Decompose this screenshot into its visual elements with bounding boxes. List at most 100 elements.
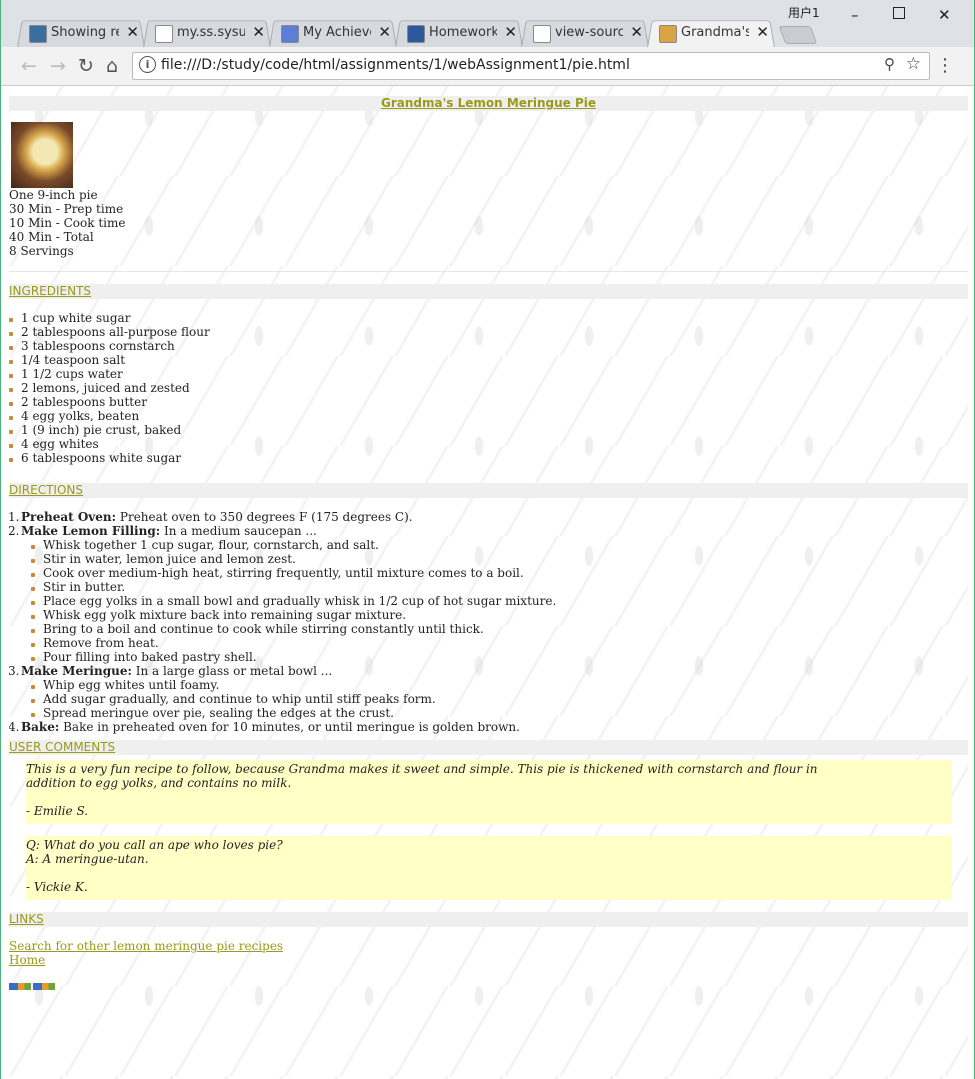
url-text[interactable]: file:///D:/study/code/html/assignments/1… bbox=[161, 57, 630, 73]
ingredients-header: INGREDIENTS bbox=[9, 284, 968, 299]
comments-list: This is a very fun recipe to follow, bec… bbox=[9, 760, 968, 900]
substep-list: Whip egg whites until foamy. Add sugar gr… bbox=[21, 678, 968, 720]
minimize-icon[interactable]: – bbox=[851, 6, 859, 24]
tab-title: Grandma's bbox=[681, 25, 749, 40]
ingredient-item: 4 egg whites bbox=[9, 437, 968, 451]
favicon-icon bbox=[659, 25, 677, 43]
browser-tab[interactable]: Showing re ✕ bbox=[17, 18, 145, 48]
home-icon[interactable]: ⌂ bbox=[106, 55, 118, 77]
search-recipes-link[interactable]: Search for other lemon meringue pie reci… bbox=[9, 939, 968, 953]
recipe-fact: 40 Min - Total bbox=[9, 230, 94, 244]
tab-close-icon[interactable]: ✕ bbox=[378, 23, 391, 41]
pie-photo bbox=[11, 122, 73, 188]
tab-close-icon[interactable]: ✕ bbox=[756, 23, 769, 41]
comment-line: - Vickie K. bbox=[26, 880, 88, 894]
browser-tab[interactable]: Grandma's ✕ bbox=[647, 18, 775, 48]
page-title[interactable]: Grandma's Lemon Meringue Pie bbox=[381, 96, 596, 110]
forward-icon[interactable]: → bbox=[50, 55, 66, 77]
step-text: In a medium saucepan ... bbox=[160, 524, 317, 538]
tab-close-icon[interactable]: ✕ bbox=[252, 23, 265, 41]
step-text: Bake in preheated oven for 10 minutes, o… bbox=[59, 720, 520, 734]
ingredient-item: 2 lemons, juiced and zested bbox=[9, 381, 968, 395]
tab-close-icon[interactable]: ✕ bbox=[126, 23, 139, 41]
tab-title: Showing re bbox=[51, 25, 119, 40]
recipe-fact: 10 Min - Cook time bbox=[9, 216, 126, 230]
comment-line: addition to egg yolks, and contains no m… bbox=[26, 776, 292, 790]
validator-badge-icon[interactable] bbox=[9, 983, 31, 990]
direction-step: 4. Bake: Bake in preheated oven for 10 mi… bbox=[9, 720, 968, 734]
step-number: 4. bbox=[9, 720, 20, 734]
step-label: Bake: bbox=[21, 720, 60, 734]
comment-line: Q: What do you call an ape who loves pie… bbox=[26, 838, 283, 852]
tab-title: My Achieve bbox=[303, 25, 371, 40]
browser-window: Showing re✕my.ss.sysu.e✕My Achieve✕Homew… bbox=[0, 0, 975, 1079]
tab-close-icon[interactable]: ✕ bbox=[504, 23, 517, 41]
browser-tab[interactable]: Homework ✕ bbox=[395, 18, 523, 48]
divider bbox=[9, 271, 968, 272]
ingredient-item: 3 tablespoons cornstarch bbox=[9, 339, 968, 353]
close-window-icon[interactable]: ✕ bbox=[938, 6, 951, 24]
ingredient-item: 4 egg yolks, beaten bbox=[9, 409, 968, 423]
directions-header: DIRECTIONS bbox=[9, 483, 968, 498]
substep-item: Stir in butter. bbox=[21, 580, 968, 594]
bookmark-star-icon[interactable]: ☆ bbox=[906, 54, 921, 74]
direction-step: 3. Make Meringue: In a large glass or met… bbox=[9, 664, 968, 720]
comments-heading[interactable]: USER COMMENTS bbox=[9, 740, 115, 754]
new-tab-button[interactable] bbox=[778, 26, 818, 44]
links-heading[interactable]: LINKS bbox=[9, 912, 44, 926]
toolbar: ← → ↻ ⌂ i file:///D:/study/code/html/ass… bbox=[1, 47, 974, 86]
tab-close-icon[interactable]: ✕ bbox=[630, 23, 643, 41]
recipe-fact: 8 Servings bbox=[9, 244, 74, 258]
title-bar: Showing re✕my.ss.sysu.e✕My Achieve✕Homew… bbox=[1, 0, 974, 48]
profile-label[interactable]: 用户1 bbox=[788, 4, 820, 21]
ingredients-list: 1 cup white sugar 2 tablespoons all-purpo… bbox=[9, 311, 968, 465]
favicon-icon bbox=[281, 25, 299, 43]
substep-item: Pour filling into baked pastry shell. bbox=[21, 650, 968, 664]
comment-line: A: A meringue-utan. bbox=[26, 852, 149, 866]
step-text: Preheat oven to 350 degrees F (175 degre… bbox=[116, 510, 413, 524]
comment-line: This is a very fun recipe to follow, bec… bbox=[26, 762, 818, 776]
step-number: 1. bbox=[9, 510, 20, 524]
back-icon[interactable]: ← bbox=[21, 55, 37, 77]
maximize-icon[interactable] bbox=[893, 7, 905, 19]
substep-item: Bring to a boil and continue to cook whi… bbox=[21, 622, 968, 636]
substep-item: Whip egg whites until foamy. bbox=[21, 678, 968, 692]
directions-heading[interactable]: DIRECTIONS bbox=[9, 483, 83, 497]
substep-item: Stir in water, lemon juice and lemon zes… bbox=[21, 552, 968, 566]
directions-list: 1. Preheat Oven: Preheat oven to 350 degr… bbox=[9, 510, 968, 734]
ingredient-item: 2 tablespoons butter bbox=[9, 395, 968, 409]
ingredient-item: 1 (9 inch) pie crust, baked bbox=[9, 423, 968, 437]
zoom-icon[interactable]: ⚲ bbox=[884, 55, 895, 73]
validator-badge-icon[interactable] bbox=[33, 983, 55, 990]
substep-item: Add sugar gradually, and continue to whi… bbox=[21, 692, 968, 706]
menu-icon[interactable]: ⋮ bbox=[936, 55, 954, 76]
validator-badges bbox=[9, 979, 968, 993]
ingredients-heading[interactable]: INGREDIENTS bbox=[9, 284, 91, 298]
comment-line: - Emilie S. bbox=[26, 804, 89, 818]
step-label: Make Meringue: bbox=[21, 664, 132, 678]
ingredient-item: 1 cup white sugar bbox=[9, 311, 968, 325]
recipe-facts: One 9-inch pie 30 Min - Prep time 10 Min -… bbox=[9, 188, 968, 258]
ingredient-item: 1 1/2 cups water bbox=[9, 367, 968, 381]
links-header: LINKS bbox=[9, 912, 968, 927]
ingredient-item: 6 tablespoons white sugar bbox=[9, 451, 968, 465]
tab-title: view-source bbox=[555, 25, 623, 40]
ingredient-item: 2 tablespoons all-purpose flour bbox=[9, 325, 968, 339]
step-number: 3. bbox=[9, 664, 20, 678]
substep-item: Whisk egg yolk mixture back into remaini… bbox=[21, 608, 968, 622]
address-bar[interactable]: i file:///D:/study/code/html/assignments… bbox=[132, 52, 930, 80]
reload-icon[interactable]: ↻ bbox=[78, 55, 94, 77]
browser-tab[interactable]: My Achieve ✕ bbox=[269, 18, 397, 48]
site-info-icon[interactable]: i bbox=[139, 56, 156, 73]
browser-tab[interactable]: my.ss.sysu.e ✕ bbox=[143, 18, 271, 48]
favicon-icon bbox=[29, 25, 47, 43]
substep-item: Spread meringue over pie, sealing the ed… bbox=[21, 706, 968, 720]
substep-item: Whisk together 1 cup sugar, flour, corns… bbox=[21, 538, 968, 552]
substep-item: Cook over medium-high heat, stirring fre… bbox=[21, 566, 968, 580]
comments-header: USER COMMENTS bbox=[9, 740, 968, 755]
home-link[interactable]: Home bbox=[9, 953, 968, 967]
links-list: Search for other lemon meringue pie reci… bbox=[9, 939, 968, 967]
browser-tab[interactable]: view-source ✕ bbox=[521, 18, 649, 48]
user-comment: This is a very fun recipe to follow, bec… bbox=[26, 760, 951, 824]
substep-item: Remove from heat. bbox=[21, 636, 968, 650]
